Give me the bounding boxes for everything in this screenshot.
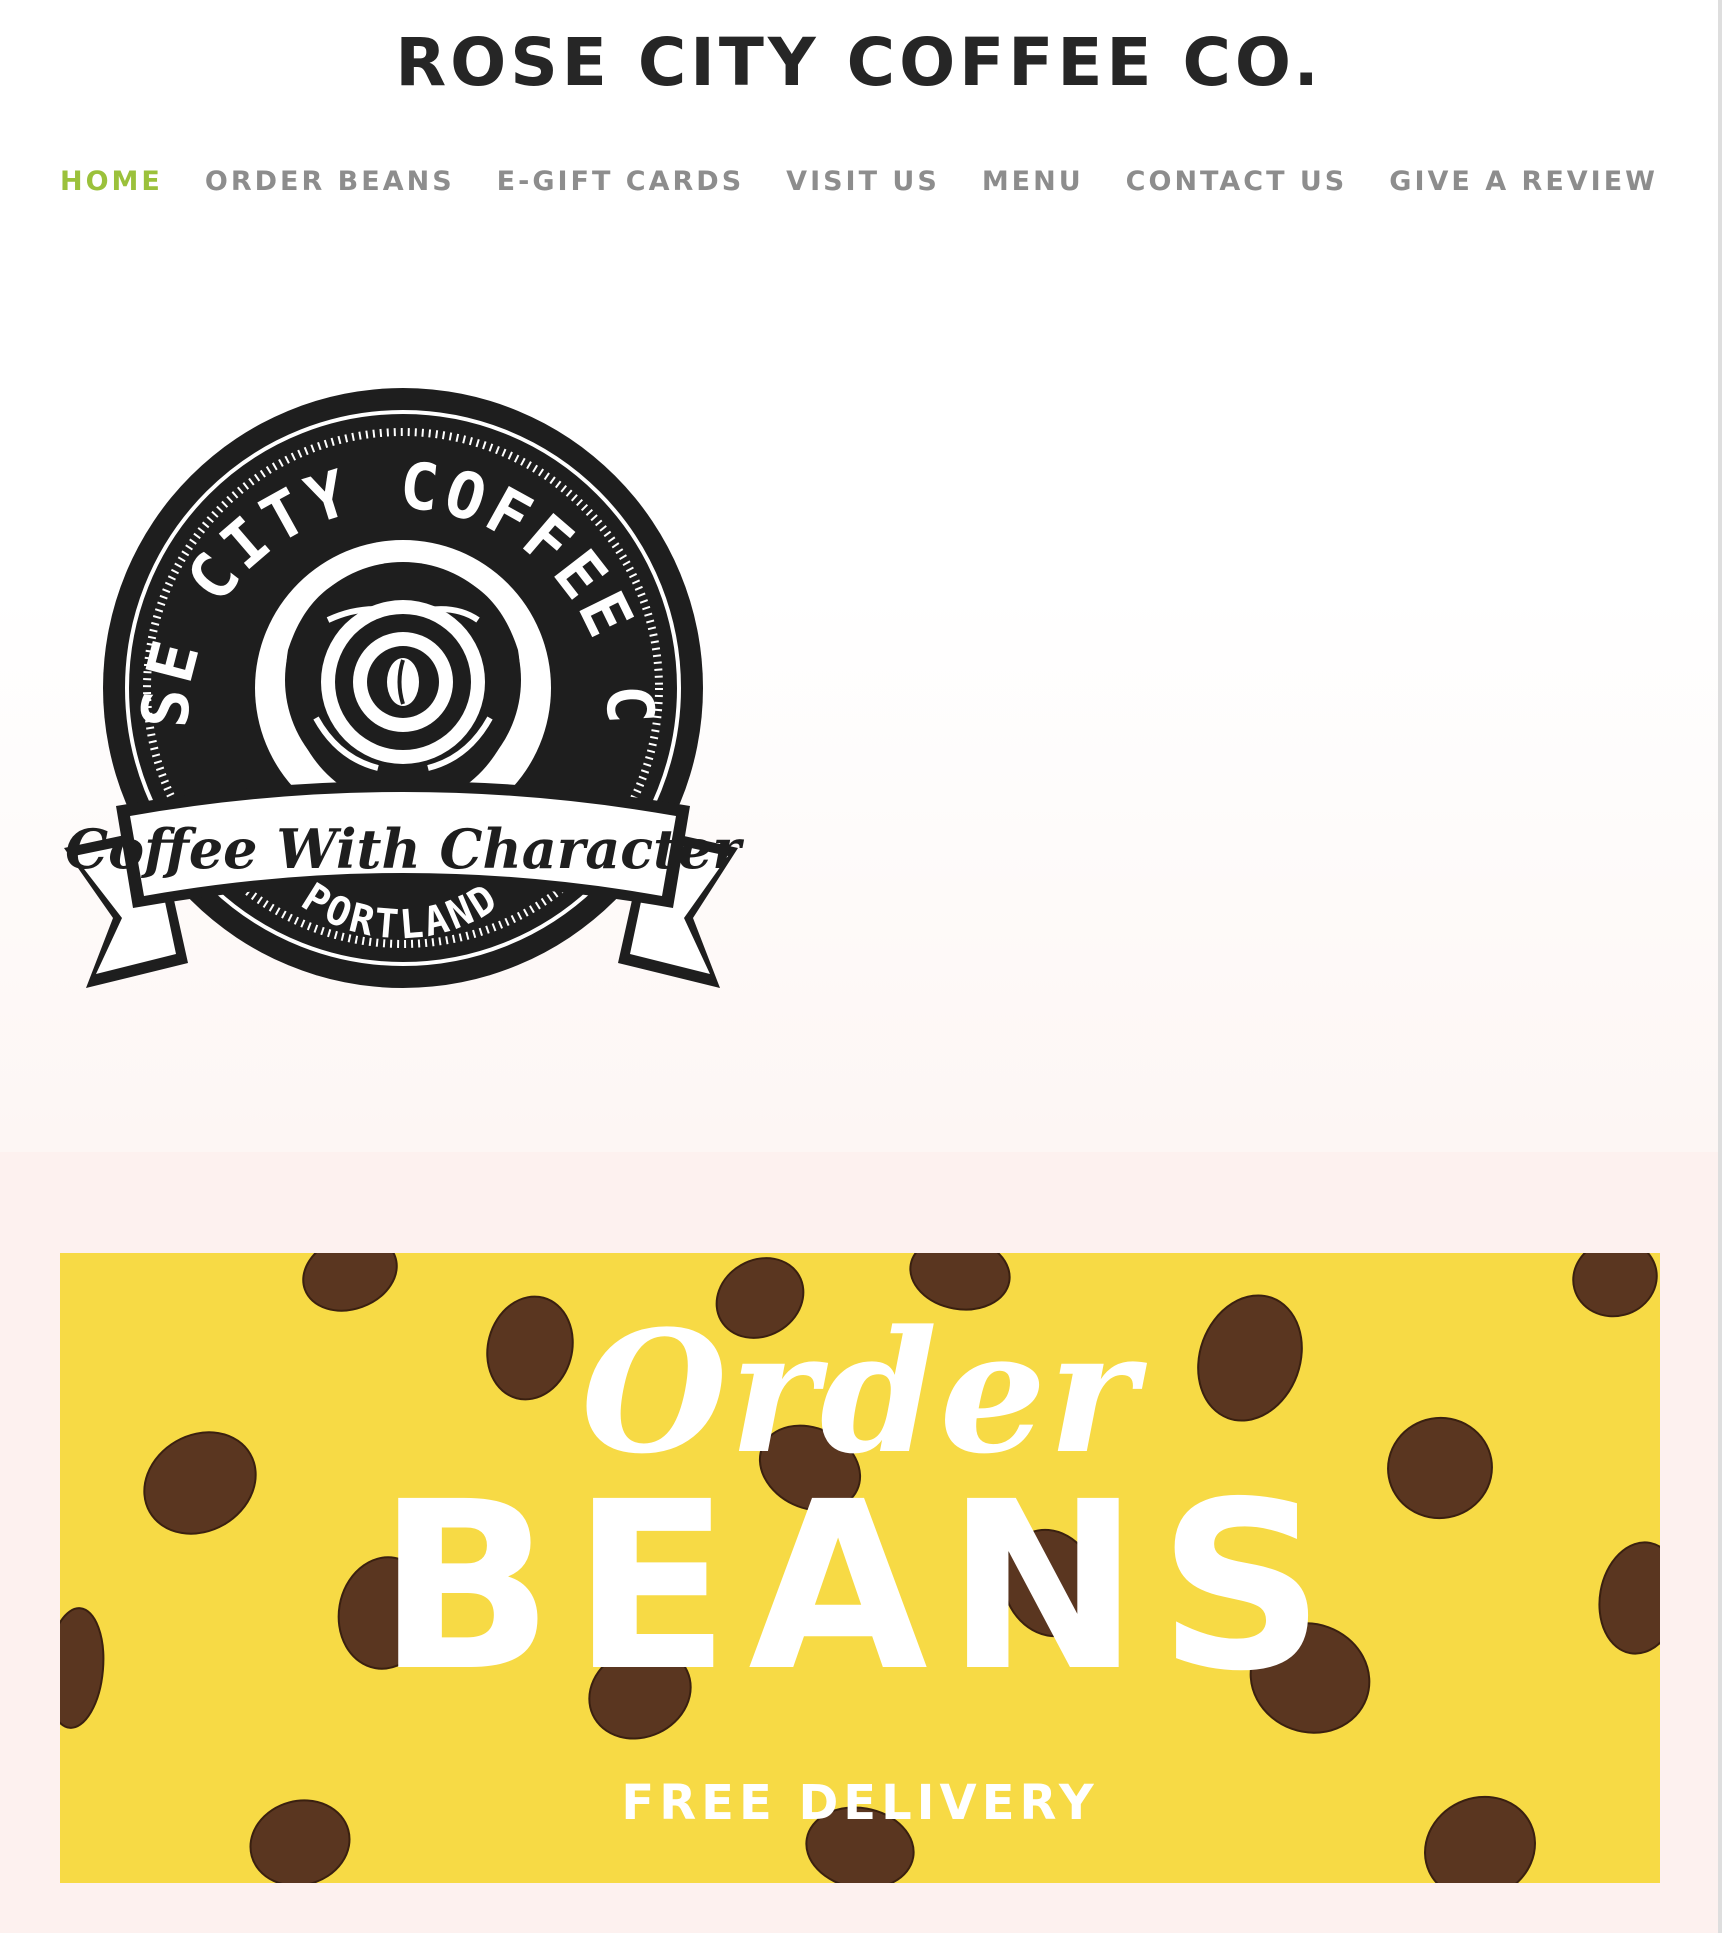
nav-item-contact-us[interactable]: CONTACT US bbox=[1126, 166, 1348, 197]
order-beans-banner[interactable]: Order BEANS FREE DELIVERY bbox=[60, 1253, 1660, 1883]
nav-item-home[interactable]: HOME bbox=[60, 166, 163, 197]
page: ROSE CITY COFFEE CO. HOME ORDER BEANS E-… bbox=[0, 0, 1718, 1933]
rose-icon bbox=[285, 562, 521, 798]
main-nav: HOME ORDER BEANS E-GIFT CARDS VISIT US M… bbox=[60, 166, 1658, 197]
rose-city-coffee-logo: ROSE CITY COFFEE CO. Coffee With Charact… bbox=[58, 388, 744, 988]
nav-item-e-gift-cards[interactable]: E-GIFT CARDS bbox=[497, 166, 744, 197]
logo-ribbon-text: Coffee With Character bbox=[65, 817, 744, 881]
banner-sub-text: FREE DELIVERY bbox=[621, 1775, 1099, 1831]
site-title[interactable]: ROSE CITY COFFEE CO. bbox=[0, 24, 1718, 101]
nav-item-menu[interactable]: MENU bbox=[982, 166, 1084, 197]
nav-item-visit-us[interactable]: VISIT US bbox=[786, 166, 940, 197]
nav-item-give-a-review[interactable]: GIVE A REVIEW bbox=[1389, 166, 1658, 197]
banner-main-text: BEANS bbox=[376, 1452, 1344, 1722]
nav-item-order-beans[interactable]: ORDER BEANS bbox=[205, 166, 455, 197]
scrollbar[interactable] bbox=[1718, 0, 1722, 1933]
